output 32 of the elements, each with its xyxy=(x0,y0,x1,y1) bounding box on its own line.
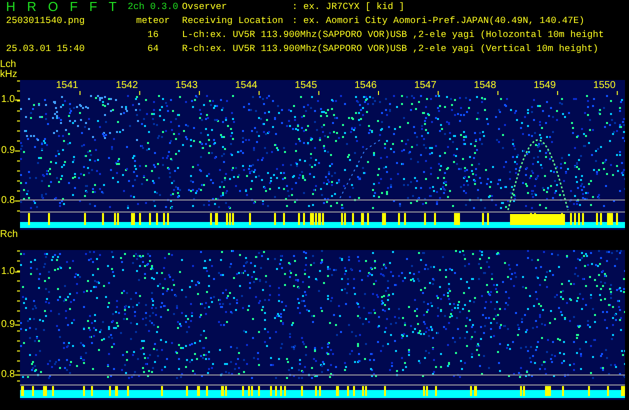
time-label: 1543 xyxy=(175,80,198,91)
info-label: Ovserver xyxy=(182,0,228,14)
time-label: 1542 xyxy=(116,80,138,91)
frequency-label: 0.9 xyxy=(0,320,15,330)
count-text: 64 xyxy=(146,42,160,56)
time-label: 1550 xyxy=(593,80,616,91)
version-text: 2ch 0.3.0 xyxy=(126,0,180,14)
info-line: R-ch:ex. UV5R 113.900Mhz(SAPPORO VOR)USB ,2-ele yagi (Vertical 10m height) xyxy=(182,42,600,56)
filename-text: 2503011540.png xyxy=(6,14,86,28)
timestamp-text: 25.03.01 15:40 xyxy=(6,42,86,56)
channel-label: Rch xyxy=(0,230,19,240)
time-label: 1549 xyxy=(534,80,556,91)
time-label: 1547 xyxy=(414,80,436,91)
count-text: 16 xyxy=(146,28,160,42)
frequency-label: 1.0 xyxy=(0,95,15,105)
frequency-label: 1.0 xyxy=(0,267,15,277)
info-value: : ex. JR7CYX [ kid ] xyxy=(292,0,405,14)
frequency-label: 0.8 xyxy=(0,196,15,206)
unit-label: kHz xyxy=(0,70,18,80)
time-label: 1546 xyxy=(354,80,377,91)
time-label: 1548 xyxy=(474,80,496,91)
time-label: 1544 xyxy=(235,80,258,91)
frequency-label: 0.9 xyxy=(0,146,15,156)
mode-text: meteor xyxy=(135,14,171,28)
channel-label: Lch xyxy=(0,60,16,70)
info-label: Receiving Location xyxy=(182,14,284,28)
app-title: H R O F F T xyxy=(6,0,118,14)
frequency-label: 0.8 xyxy=(0,370,15,380)
time-label: 1541 xyxy=(56,80,78,91)
time-label: 1545 xyxy=(294,80,318,91)
info-value: : ex. Aomori City Aomori-Pref.JAPAN(40.49N, 140.47E) xyxy=(292,14,585,28)
info-line: L-ch:ex. UV5R 113.900Mhz(SAPPORO VOR)USB ,2-ele yagi (Holozontal 10m height xyxy=(182,28,605,42)
